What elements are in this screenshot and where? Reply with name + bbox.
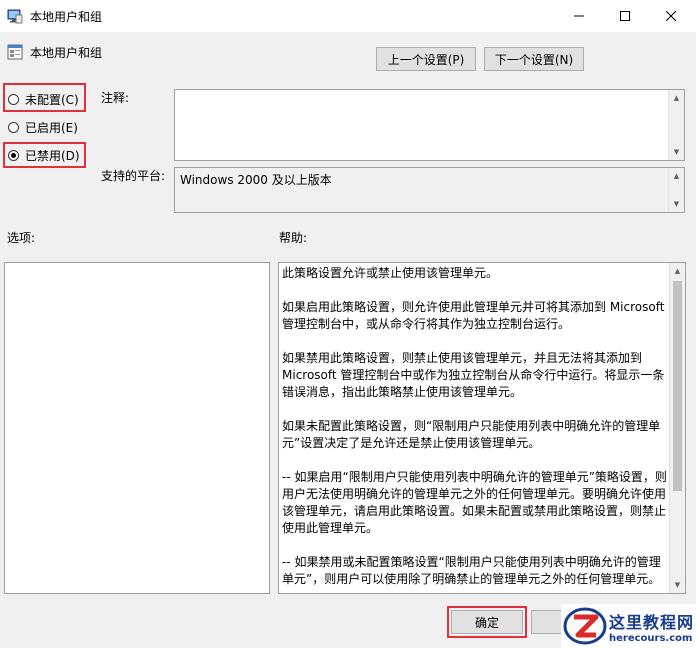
comment-textarea[interactable]: ▲ ▼: [174, 89, 685, 161]
help-paragraph: 如果启用此策略设置，则允许使用此管理单元并可将其添加到 Microsoft 管理…: [282, 300, 665, 331]
maximize-icon: [620, 11, 630, 21]
platform-label: 支持的平台:: [101, 169, 166, 183]
radio-label: 已启用(E): [25, 120, 78, 135]
radio-not-configured[interactable]: 未配置(C): [8, 89, 79, 109]
policy-setting-icon: [7, 44, 23, 60]
scroll-up-icon[interactable]: ▲: [669, 168, 684, 184]
help-paragraph: -- 如果禁用或未配置策略设置“限制用户只能使用列表中明确允许的管理单元”，则用…: [282, 555, 661, 586]
watermark-text-en: herecours.com: [609, 632, 693, 644]
help-scrollbar[interactable]: ▲ ▼: [669, 263, 685, 593]
minimize-button[interactable]: [556, 0, 602, 32]
watermark-logo-icon: [563, 607, 607, 645]
close-button[interactable]: [648, 0, 694, 32]
help-paragraph: 如果未配置此策略设置，则“限制用户只能使用列表中明确允许的管理单元”设置决定了是…: [282, 419, 661, 450]
next-setting-button[interactable]: 下一个设置(N): [484, 47, 584, 71]
help-paragraph: 此策略设置允许或禁止使用该管理单元。: [282, 266, 499, 280]
scroll-down-icon[interactable]: ▼: [669, 144, 684, 160]
minimize-icon: [574, 15, 584, 17]
options-pane: [4, 262, 270, 594]
radio-enabled[interactable]: 已启用(E): [8, 117, 78, 137]
help-label: 帮助:: [279, 231, 308, 245]
ok-button[interactable]: 确定: [451, 610, 523, 634]
scroll-up-icon[interactable]: ▲: [670, 263, 685, 279]
radio-circle: [8, 121, 19, 133]
radio-label: 未配置(C): [25, 92, 79, 107]
previous-setting-button[interactable]: 上一个设置(P): [376, 47, 476, 71]
help-paragraph: 如果禁用此策略设置，则禁止使用该管理单元，并且无法将其添加到 Microsoft…: [282, 351, 665, 399]
options-label: 选项:: [7, 231, 36, 245]
policy-name: 本地用户和组: [30, 46, 103, 60]
watermark: 这里教程网 herecours.com: [561, 604, 696, 648]
radio-circle: [8, 93, 19, 105]
close-icon: [666, 11, 676, 21]
watermark-text-cn: 这里教程网: [609, 612, 695, 632]
radio-disabled[interactable]: 已禁用(D): [8, 145, 80, 165]
comment-scrollbar[interactable]: ▲ ▼: [668, 90, 684, 160]
platform-field: Windows 2000 及以上版本 ▲ ▼: [174, 167, 685, 213]
radio-label: 已禁用(D): [25, 148, 80, 163]
help-paragraph: -- 如果启用“限制用户只能使用列表中明确允许的管理单元”策略设置，则用户无法使…: [282, 470, 667, 535]
scroll-up-icon[interactable]: ▲: [669, 90, 684, 106]
platform-value: Windows 2000 及以上版本: [180, 173, 332, 187]
help-pane[interactable]: 此策略设置允许或禁止使用该管理单元。 如果启用此策略设置，则允许使用此管理单元并…: [278, 262, 686, 594]
policy-dialog: 本地用户和组 本地用户和组 上一个设置(P) 下一个设置(N) 未配置(C) 已…: [0, 0, 696, 648]
radio-circle-selected: [8, 149, 19, 161]
computer-icon: [7, 9, 23, 24]
platform-scrollbar[interactable]: ▲ ▼: [668, 168, 684, 212]
maximize-button[interactable]: [602, 0, 648, 32]
scroll-thumb[interactable]: [673, 281, 682, 491]
comment-label: 注释:: [101, 91, 130, 105]
help-text: 此策略设置允许或禁止使用该管理单元。 如果启用此策略设置，则允许使用此管理单元并…: [282, 265, 670, 593]
window-title: 本地用户和组: [30, 10, 103, 24]
scroll-down-icon[interactable]: ▼: [669, 196, 684, 212]
title-bar: 本地用户和组: [0, 0, 696, 32]
scroll-down-icon[interactable]: ▼: [670, 577, 685, 593]
